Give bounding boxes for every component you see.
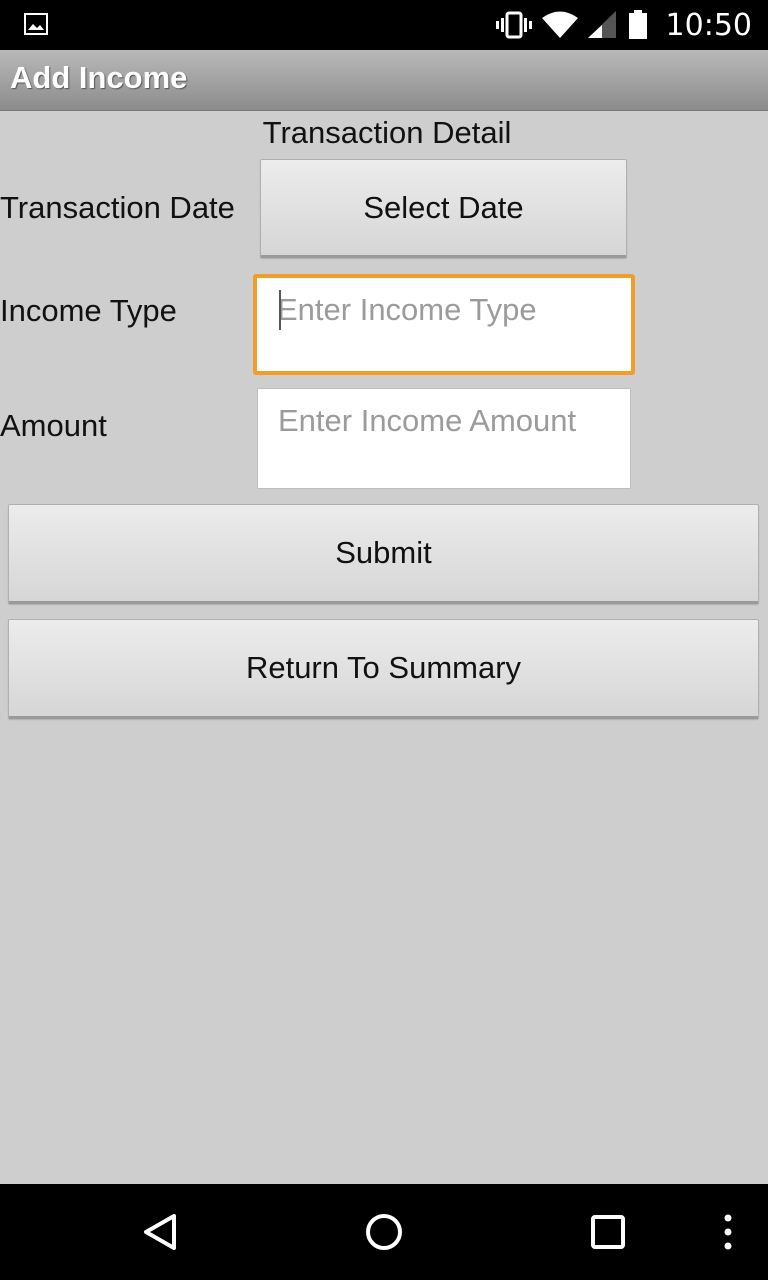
clock: 10:50 [665,7,752,43]
page-title: Add Income [10,60,188,95]
select-date-button[interactable]: Select Date [260,159,627,258]
overflow-menu-icon [724,1214,732,1250]
income-type-label: Income Type [0,293,177,328]
amount-field[interactable] [257,388,631,489]
home-button[interactable] [344,1184,424,1280]
recents-button[interactable] [568,1184,648,1280]
submit-button[interactable]: Submit [8,504,759,604]
income-type-input[interactable] [277,292,621,328]
navigation-bar [0,1184,768,1280]
section-title-text: Transaction Detail [262,115,512,150]
section-title: Transaction Detail [0,115,768,151]
wifi-icon [541,11,578,38]
gallery-notification-icon [24,13,48,35]
action-bar: Add Income [0,50,768,111]
transaction-date-label: Transaction Date [0,190,235,225]
signal-icon [587,11,616,38]
home-icon [366,1214,402,1250]
recents-icon [591,1215,625,1249]
text-cursor [279,290,281,330]
income-type-field[interactable] [253,274,635,375]
battery-icon [628,10,647,39]
back-icon [144,1214,176,1250]
back-button[interactable] [120,1184,200,1280]
status-bar: 10:50 [0,0,768,50]
amount-label: Amount [0,408,107,443]
overflow-menu-button[interactable] [708,1184,748,1280]
return-to-summary-button[interactable]: Return To Summary [8,619,759,719]
amount-input[interactable] [278,403,620,439]
vibrate-icon [495,11,532,39]
